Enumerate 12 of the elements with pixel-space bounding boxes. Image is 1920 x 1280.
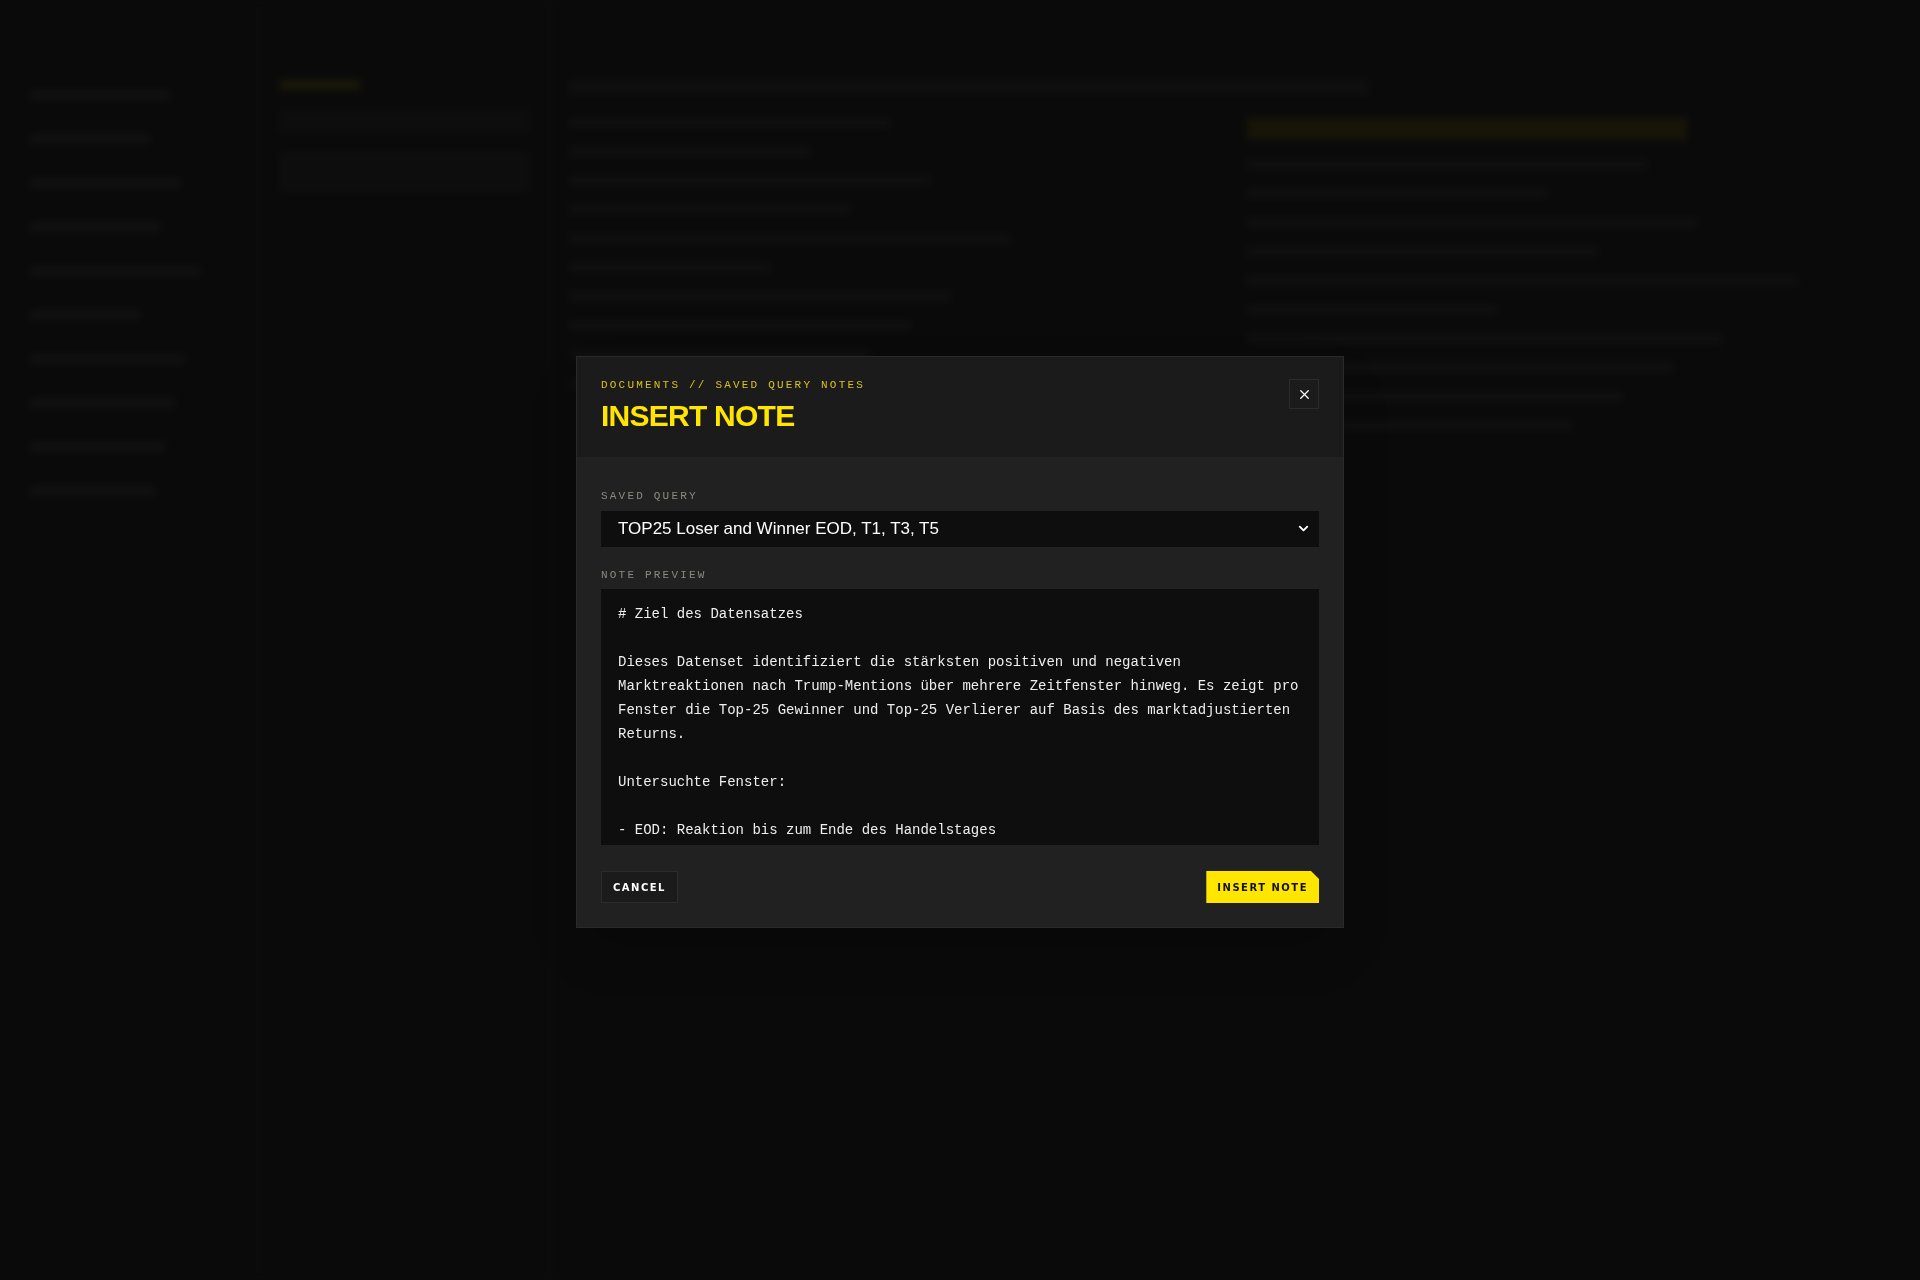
- close-button[interactable]: [1289, 379, 1319, 409]
- field-label: NOTE PREVIEW: [601, 567, 708, 583]
- field-label: SAVED QUERY: [601, 489, 699, 504]
- preview-text: # Ziel des Datensatzes: [618, 605, 804, 624]
- dialog-title: INSERT NOTE: [601, 400, 796, 431]
- preview-text: Dieses Datenset identifiziert die stärksten positiven und negativen Marktreaktionen nach Trump-Mentions über mehrere Zeitfenster hinweg. Es zeigt pro Fenster die Top-25 Gewinner und Top-25 Verlierer auf Basis des marktadjustierten Returns.: [618, 653, 1300, 744]
- preview-text: Untersuchte Fenster:: [618, 773, 788, 792]
- breadcrumb: DOCUMENTS // SAVED QUERY NOTES: [601, 378, 866, 393]
- cancel-button[interactable]: CANCEL: [601, 871, 678, 903]
- preview-text: - EOD: Reaktion bis zum Ende des Handelstages: [618, 821, 998, 840]
- saved-query-select[interactable]: TOP25 Loser and Winner EOD, T1, T3, T5: [601, 510, 1319, 547]
- insert-note-button[interactable]: INSERT NOTE: [1206, 871, 1319, 903]
